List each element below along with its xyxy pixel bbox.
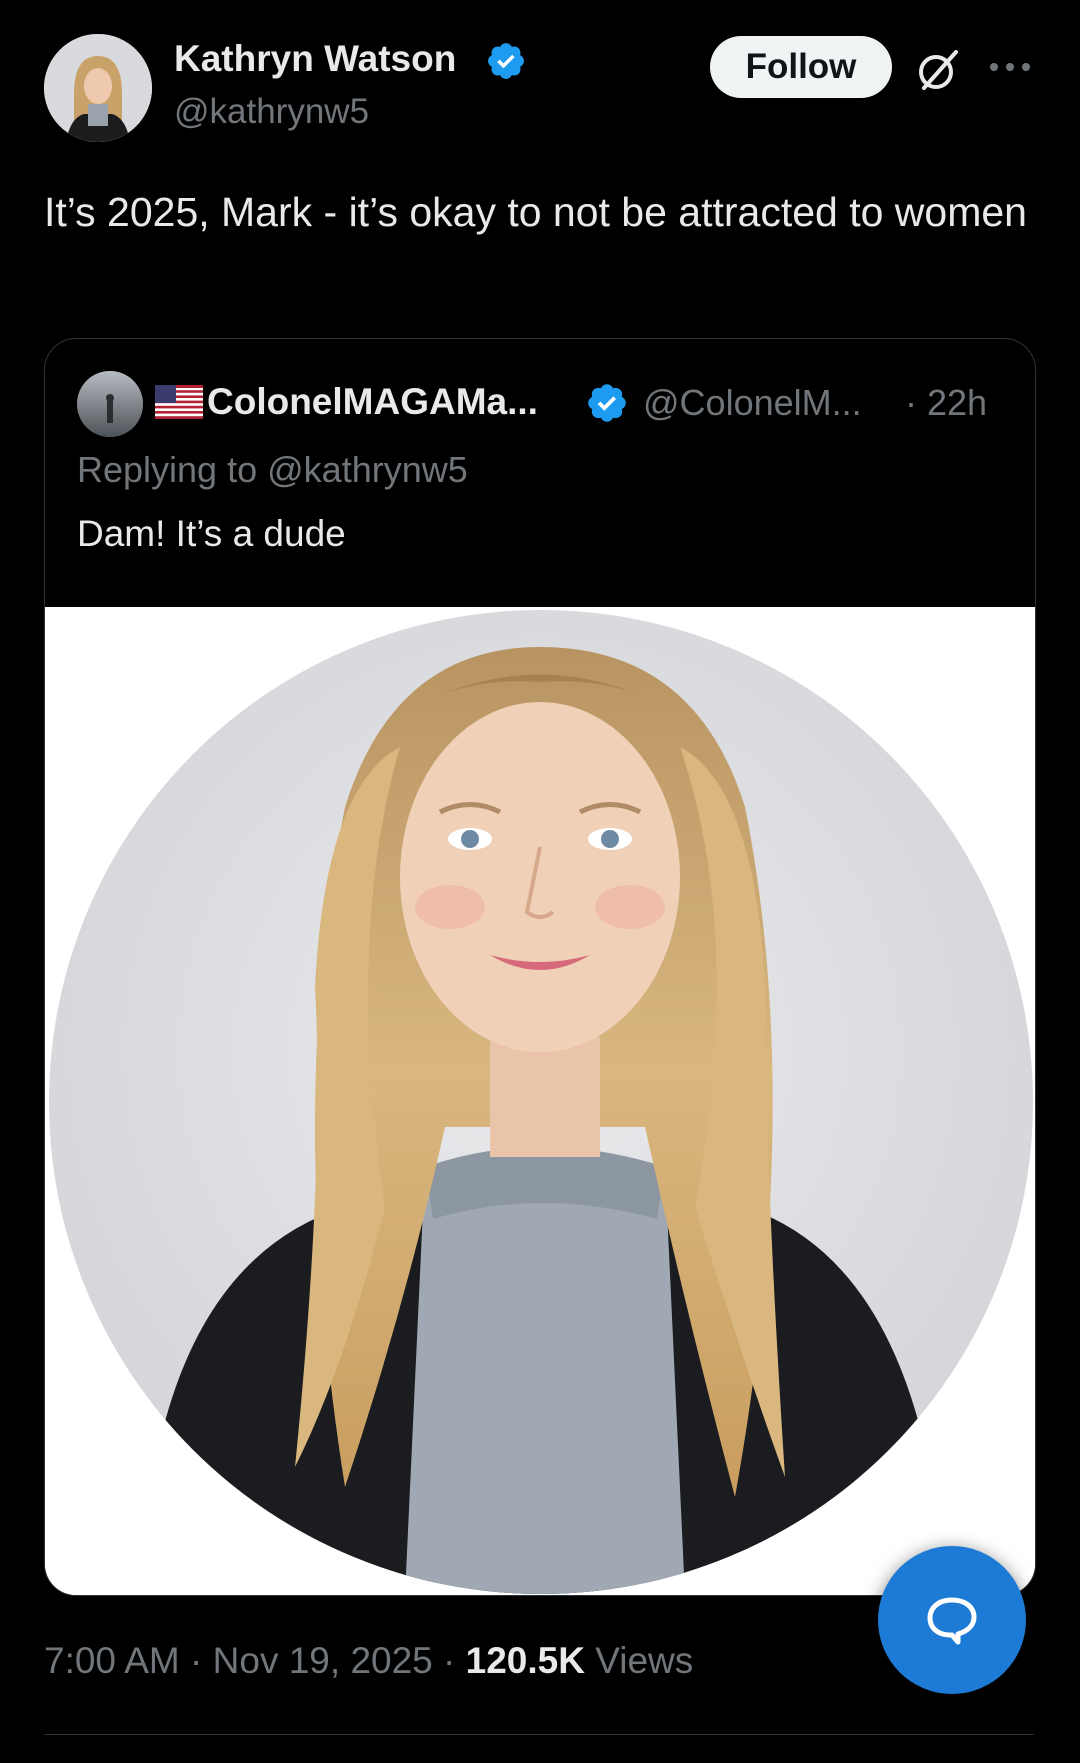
- reply-fab-button[interactable]: [878, 1546, 1026, 1694]
- quoted-tweet-time[interactable]: · 22h: [905, 382, 987, 424]
- more-icon[interactable]: [986, 50, 1034, 84]
- views-count[interactable]: 120.5K: [466, 1640, 585, 1681]
- tweet-meta: 7:00 AM · Nov 19, 2025 · 120.5K Views: [44, 1640, 693, 1682]
- quoted-tweet-card[interactable]: ColonelMAGAMa... @ColonelM... · 22h Repl…: [44, 338, 1036, 1596]
- divider: [44, 1734, 1034, 1735]
- quoted-author-avatar[interactable]: [77, 371, 143, 437]
- quoted-tweet-text: Dam! It’s a dude: [77, 513, 346, 554]
- grok-icon[interactable]: [912, 44, 964, 96]
- meta-separator: ·: [443, 1640, 456, 1681]
- replying-to-line: Replying to @kathrynw5: [77, 449, 468, 491]
- us-flag-icon: [155, 385, 203, 419]
- replying-to-handle[interactable]: @kathrynw5: [267, 449, 468, 490]
- follow-button[interactable]: Follow: [710, 36, 892, 98]
- reply-icon: [927, 1597, 977, 1645]
- views-label: Views: [595, 1640, 694, 1681]
- author-handle[interactable]: @kathrynw5: [174, 92, 369, 132]
- author-avatar[interactable]: [44, 34, 152, 142]
- author-name[interactable]: Kathryn Watson: [174, 38, 456, 80]
- replying-to-label: Replying to: [77, 449, 258, 490]
- verified-badge-icon: [588, 384, 626, 422]
- tweet-text: It’s 2025, Mark - it’s okay to not be at…: [44, 189, 1027, 235]
- quoted-author-handle[interactable]: @ColonelM...: [643, 382, 862, 424]
- meta-separator: ·: [190, 1640, 203, 1681]
- quoted-author-name[interactable]: ColonelMAGAMa...: [207, 381, 538, 423]
- tweet-date[interactable]: Nov 19, 2025: [213, 1640, 433, 1681]
- verified-badge-icon: [488, 43, 524, 79]
- quoted-tweet-photo[interactable]: [45, 607, 1035, 1595]
- tweet-time[interactable]: 7:00 AM: [44, 1640, 180, 1681]
